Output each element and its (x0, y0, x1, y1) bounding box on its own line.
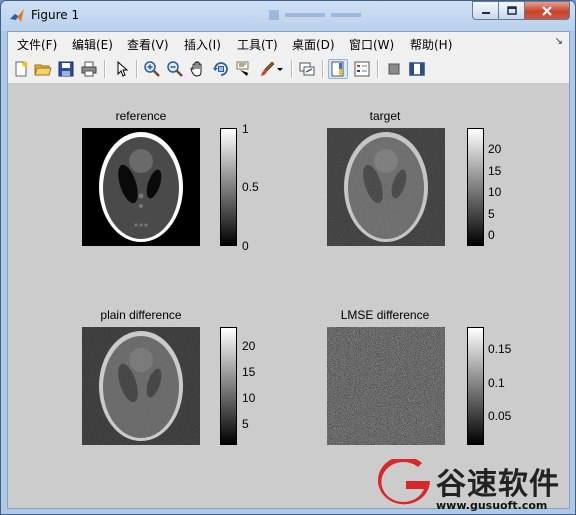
hide-plot-tools-icon[interactable] (384, 59, 404, 79)
menu-desktop[interactable]: 桌面(D) (292, 36, 335, 53)
colorbar-tick: 20 (242, 339, 256, 353)
colorbar-tick: 0 (242, 239, 249, 253)
figure-canvas: reference 1 0.5 0 target 20 15 10 5 0 pl… (8, 84, 569, 508)
menu-tools[interactable]: 工具(T) (237, 36, 278, 53)
menu-file[interactable]: 文件(F) (17, 36, 57, 53)
axes-title: reference (115, 109, 167, 123)
menu-bar: 文件(F) 编辑(E) 查看(V) 插入(I) 工具(T) 桌面(D) 窗口(W… (8, 32, 569, 54)
axes-title: target (369, 109, 401, 123)
toolbar-separator (136, 60, 138, 78)
menu-dock-arrow-icon[interactable]: ↘ (555, 36, 563, 47)
watermark-url: www.gusuoft.com (436, 499, 548, 512)
figure-client: 文件(F) 编辑(E) 查看(V) 插入(I) 工具(T) 桌面(D) 窗口(W… (7, 31, 570, 509)
menu-insert[interactable]: 插入(I) (184, 36, 221, 53)
colorbar-tick: 0 (488, 228, 495, 242)
brush-icon[interactable] (257, 59, 277, 79)
watermark-brand: 谷速软件 (436, 467, 560, 502)
open-file-icon[interactable] (33, 59, 53, 79)
link-plot-icon[interactable] (297, 59, 317, 79)
colorbar[interactable] (467, 128, 484, 246)
rotate-3d-icon[interactable] (211, 59, 231, 79)
zoom-in-icon[interactable] (142, 59, 162, 79)
window-title: Figure 1 (31, 8, 80, 22)
colorbar[interactable] (220, 327, 237, 445)
zoom-out-icon[interactable] (165, 59, 185, 79)
toolbar-separator (322, 60, 324, 78)
pan-hand-icon[interactable] (188, 59, 208, 79)
save-icon[interactable] (56, 59, 76, 79)
colorbar-tick: 5 (488, 207, 495, 221)
ghost-window-title (269, 7, 389, 23)
close-button[interactable] (525, 1, 570, 20)
axes-title: plain difference (100, 308, 182, 322)
colorbar-tick: 0.5 (242, 180, 259, 194)
colorbar-tick: 20 (488, 142, 502, 156)
brush-dropdown-icon[interactable] (275, 59, 285, 79)
title-bar[interactable]: Figure 1 (1, 1, 575, 31)
pointer-icon[interactable] (112, 59, 132, 79)
colorbar-tick: 5 (242, 417, 249, 431)
colorbar-tick: 10 (242, 391, 256, 405)
figure-window: Figure 1 文件(F) 编辑(E) 查看(V) 插入(I) 工具(T) 桌… (0, 0, 576, 515)
minimize-button[interactable] (472, 1, 499, 20)
new-figure-icon[interactable] (11, 59, 31, 79)
print-icon[interactable] (79, 59, 99, 79)
maximize-button[interactable] (499, 1, 525, 20)
watermark-logo (378, 459, 430, 505)
reference-image[interactable] (82, 128, 200, 246)
menu-edit[interactable]: 编辑(E) (72, 36, 113, 53)
minimize-icon (481, 11, 490, 14)
plain-difference-image[interactable] (82, 327, 200, 445)
colorbar-tick: 0.15 (488, 342, 512, 356)
lmse-difference-image[interactable] (327, 327, 445, 445)
target-image[interactable] (327, 128, 445, 246)
colorbar-tick: 1 (242, 122, 249, 136)
colorbar[interactable] (220, 128, 237, 246)
toolbar-separator (104, 60, 106, 78)
menu-help[interactable]: 帮助(H) (410, 36, 452, 53)
menu-window[interactable]: 窗口(W) (349, 36, 394, 53)
close-icon (542, 5, 552, 16)
toolbar-separator (291, 60, 293, 78)
colorbar-tick: 15 (488, 164, 502, 178)
data-cursor-icon[interactable] (234, 59, 254, 79)
toolbar-separator (377, 60, 379, 78)
figure-toolbar (8, 55, 569, 84)
colorbar-icon[interactable] (328, 59, 348, 79)
show-plot-tools-icon[interactable] (407, 59, 427, 79)
legend-icon[interactable] (352, 59, 372, 79)
colorbar-tick: 15 (242, 365, 256, 379)
matlab-icon (10, 9, 24, 22)
axes-title: LMSE difference (340, 308, 430, 322)
colorbar-tick: 0.1 (488, 376, 505, 390)
colorbar-tick: 0.05 (488, 409, 512, 423)
menu-view[interactable]: 查看(V) (127, 36, 169, 53)
colorbar[interactable] (467, 327, 484, 445)
colorbar-tick: 10 (488, 185, 502, 199)
watermark: 谷速软件 www.gusuoft.com (378, 457, 576, 515)
maximize-icon (506, 5, 517, 15)
